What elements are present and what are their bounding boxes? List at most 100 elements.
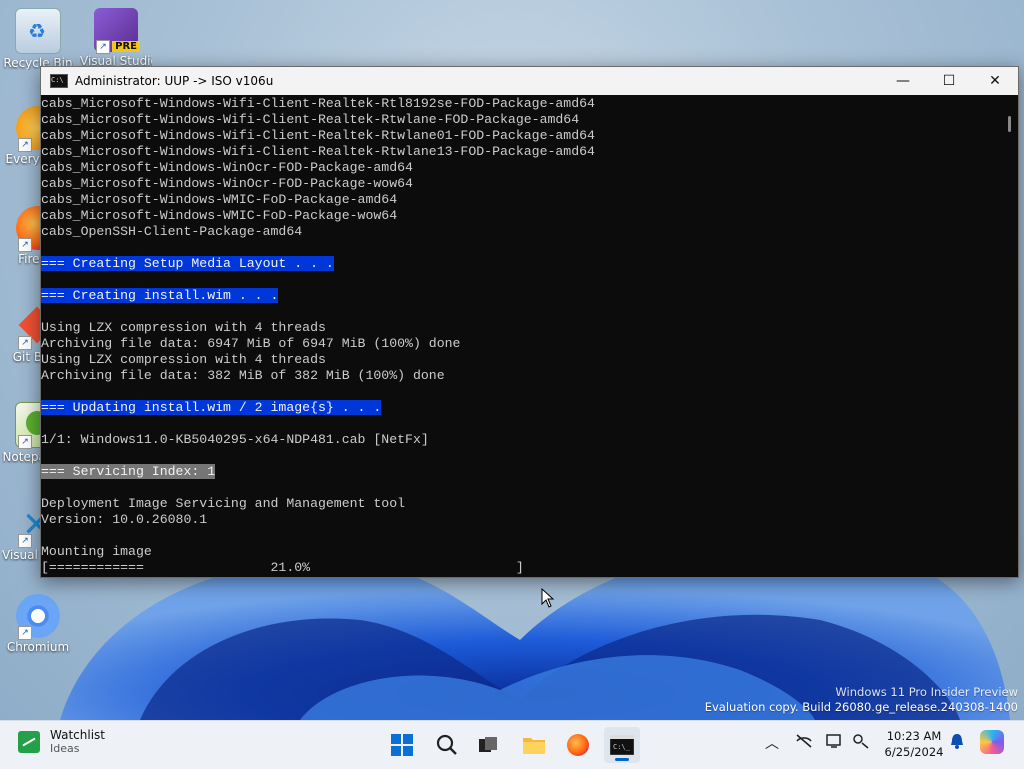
console-line: cabs_Microsoft-Windows-Wifi-Client-Realt… [41, 96, 1001, 112]
network-tray-button[interactable] [795, 733, 813, 753]
visual-studio-icon: PRE ↗ [94, 8, 140, 54]
pre-badge: PRE [112, 41, 140, 52]
console-line-text: cabs_Microsoft-Windows-WinOcr-FOD-Packag… [41, 176, 413, 191]
display-tray-button[interactable] [826, 733, 844, 753]
chromium-icon: ↗ [16, 594, 60, 640]
network-off-icon [796, 734, 812, 748]
console-line: Archiving file data: 382 MiB of 382 MiB … [41, 368, 1001, 384]
display-icon [826, 734, 841, 748]
desktop-icon-visual-studio[interactable]: PRE ↗ Visual Studio [80, 8, 152, 68]
scrollbar-thumb[interactable] [1008, 116, 1011, 132]
widgets-button[interactable]: Watchlist Ideas [18, 728, 105, 755]
console-line-text: Version: 10.0.26080.1 [41, 512, 208, 527]
window-titlebar[interactable]: C:\ Administrator: UUP -> ISO v106u — ☐ … [41, 67, 1018, 95]
watermark-line-1: Windows 11 Pro Insider Preview [835, 685, 1018, 699]
taskbar-search-button[interactable] [429, 727, 465, 763]
terminal-icon: C:\_ [610, 735, 634, 755]
console-line: === Creating install.wim . . . [41, 288, 1001, 304]
console-scrollbar[interactable] [1001, 96, 1018, 576]
console-line-text: cabs_Microsoft-Windows-WinOcr-FOD-Packag… [41, 160, 413, 175]
watermark-line-2: Evaluation copy. Build 26080.ge_release.… [704, 700, 1018, 714]
accessibility-tray-button[interactable] [852, 733, 870, 753]
maximize-button[interactable]: ☐ [926, 67, 972, 95]
shortcut-arrow-icon: ↗ [18, 626, 32, 640]
console-line: cabs_Microsoft-Windows-Wifi-Client-Realt… [41, 112, 1001, 128]
accessibility-icon [853, 734, 869, 749]
firefox-taskbar-button[interactable] [560, 727, 596, 763]
evaluation-watermark: Windows 11 Pro Insider Preview Evaluatio… [705, 685, 1018, 715]
console-line: Using LZX compression with 4 threads [41, 320, 1001, 336]
search-icon [436, 734, 457, 755]
mouse-pointer-icon [541, 588, 555, 608]
console-line: cabs_Microsoft-Windows-WinOcr-FOD-Packag… [41, 176, 1001, 192]
console-line-text: Deployment Image Servicing and Managemen… [41, 496, 406, 511]
shortcut-arrow-icon: ↗ [18, 435, 32, 449]
taskbar: Watchlist Ideas C:\_ ︿ 10:23 AM 6/25/202… [0, 720, 1024, 769]
window-title: Administrator: UUP -> ISO v106u [75, 74, 274, 88]
console-line: cabs_Microsoft-Windows-Wifi-Client-Realt… [41, 144, 1001, 160]
console-line-text: Using LZX compression with 4 threads [41, 320, 326, 335]
console-line-text: 1/1: Windows11.0-KB5040295-x64-NDP481.ca… [41, 432, 429, 447]
file-explorer-button[interactable] [516, 727, 552, 763]
console-line: 1/1: Windows11.0-KB5040295-x64-NDP481.ca… [41, 432, 1001, 448]
copilot-icon [980, 730, 1004, 754]
console-line-highlight: === Creating install.wim . . . [41, 288, 279, 303]
watchlist-icon [18, 730, 40, 753]
console-line: === Servicing Index: 1 [41, 464, 1001, 480]
console-line: === Creating Setup Media Layout . . . [41, 256, 1001, 272]
svg-text:C:\_: C:\_ [613, 743, 631, 751]
recycle-bin-icon: ♻ [15, 8, 61, 54]
console-line-text: [============ 21.0% ] [41, 560, 524, 575]
desktop-icon-recycle-bin[interactable]: ♻ Recycle Bin [2, 8, 74, 70]
console-line: Version: 10.0.26080.1 [41, 512, 1001, 528]
console-app-icon: C:\ [50, 74, 68, 88]
desktop-icon-chromium[interactable]: ↗ Chromium [2, 594, 74, 654]
shortcut-arrow-icon: ↗ [18, 534, 32, 548]
console-line-text: Using LZX compression with 4 threads [41, 352, 326, 367]
console-line: cabs_Microsoft-Windows-WinOcr-FOD-Packag… [41, 160, 1001, 176]
bell-icon [951, 734, 963, 749]
task-view-icon [479, 737, 497, 752]
console-window[interactable]: C:\ Administrator: UUP -> ISO v106u — ☐ … [40, 66, 1019, 578]
console-line-text: cabs_OpenSSH-Client-Package-amd64 [41, 224, 303, 239]
console-line-text: cabs_Microsoft-Windows-Wifi-Client-Realt… [41, 128, 595, 143]
folder-icon [523, 738, 545, 754]
notifications-button[interactable] [950, 733, 964, 753]
firefox-icon [567, 734, 589, 756]
copilot-button[interactable] [980, 730, 1004, 754]
console-output[interactable]: cabs_Microsoft-Windows-Wifi-Client-Realt… [41, 96, 1001, 576]
chevron-up-icon: ︿ [765, 736, 779, 752]
console-line-highlight: === Creating Setup Media Layout . . . [41, 256, 334, 271]
start-button[interactable] [384, 727, 420, 763]
minimize-button[interactable]: — [880, 67, 926, 95]
close-button[interactable]: ✕ [972, 67, 1018, 95]
console-line: === Updating install.wim / 2 image{s} . … [41, 400, 1001, 416]
console-line-text: Mounting image [41, 544, 152, 559]
console-line-text: cabs_Microsoft-Windows-WMIC-FoD-Package-… [41, 192, 398, 207]
console-line: Mounting image [41, 544, 1001, 560]
task-view-button[interactable] [470, 727, 506, 763]
console-line: cabs_OpenSSH-Client-Package-amd64 [41, 224, 1001, 240]
console-line-text: Archiving file data: 382 MiB of 382 MiB … [41, 368, 445, 383]
widget-subtitle: Ideas [50, 742, 80, 755]
active-app-indicator [615, 758, 629, 761]
console-line: cabs_Microsoft-Windows-WMIC-FoD-Package-… [41, 208, 1001, 224]
taskbar-clock[interactable]: 10:23 AM 6/25/2024 [880, 728, 948, 760]
console-line-text: cabs_Microsoft-Windows-Wifi-Client-Realt… [41, 112, 580, 127]
console-line-text: cabs_Microsoft-Windows-Wifi-Client-Realt… [41, 144, 595, 159]
terminal-taskbar-button[interactable]: C:\_ [604, 727, 640, 763]
console-line-highlight: === Updating install.wim / 2 image{s} . … [41, 400, 382, 415]
shortcut-arrow-icon: ↗ [18, 138, 32, 152]
console-line-text: cabs_Microsoft-Windows-Wifi-Client-Realt… [41, 96, 595, 111]
desktop-icon-label: Chromium [6, 640, 70, 654]
console-line-text: cabs_Microsoft-Windows-WMIC-FoD-Package-… [41, 208, 398, 223]
widget-title: Watchlist [50, 728, 105, 742]
show-hidden-icons-button[interactable]: ︿ [765, 733, 779, 753]
console-line-text: Archiving file data: 6947 MiB of 6947 Mi… [41, 336, 461, 351]
